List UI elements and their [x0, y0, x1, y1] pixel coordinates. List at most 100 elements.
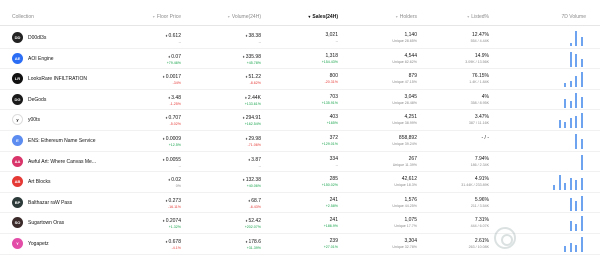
eth-icon: ♦ — [242, 177, 245, 183]
collection-name[interactable]: Awful Art: Where Canvas Me... — [28, 159, 96, 165]
sales-change: -20.31% — [324, 80, 338, 85]
holders-cell: 1,140 Unique 28.65% — [392, 28, 417, 44]
volume-value: 3.87 — [251, 156, 261, 163]
collection-avatar[interactable]: Y — [12, 238, 23, 249]
holders-unique: Unique 28.65% — [392, 39, 417, 43]
collection-avatar[interactable]: DD — [12, 32, 23, 43]
collection-name[interactable]: Balthazar raW Pass — [28, 200, 72, 206]
sales-cell: 239 +27.01% — [324, 234, 338, 250]
table-row[interactable]: E ENS: Ethereum Name Service ♦0.0009 +12… — [0, 131, 600, 152]
header-floor-price[interactable]: ▾ Floor Price — [153, 14, 181, 20]
sparkline-bar — [564, 182, 567, 191]
listed-cell: 4% 358 / 8.95K — [471, 90, 489, 106]
listed-count: 186 / 2.34K — [470, 162, 489, 167]
holders-value: 4,544 — [404, 52, 417, 59]
sparkline-bar — [580, 72, 583, 88]
collection-avatar[interactable]: AE — [12, 52, 23, 64]
watermark — [494, 225, 594, 251]
sparkline-bar — [575, 134, 578, 149]
floor-price-change: +79.46% — [166, 60, 181, 65]
sales-change: +186.9% — [323, 224, 338, 229]
collection-name[interactable]: DeGods — [28, 97, 46, 103]
collection-name[interactable]: Sugartown Oras — [28, 220, 64, 226]
volume-cell: ♦178.6 +31.39% — [245, 234, 261, 251]
holders-value: 4,251 — [404, 114, 417, 121]
sparkline-bar — [575, 115, 578, 129]
sales-cell: 403 +165% — [327, 110, 338, 126]
header-listed-label: Listed% — [471, 14, 489, 20]
table-row[interactable]: DG DeGods ♦3.48 -1.25% ♦2.44K +133.61% 7… — [0, 90, 600, 111]
holders-value: 858,892 — [398, 135, 417, 141]
floor-price-cell: ♦0.612 -- — [165, 28, 181, 45]
holders-cell: 42,612 Unique 18.3% — [394, 172, 417, 188]
floor-price-value: 0.0009 — [165, 136, 181, 142]
floor-price-cell: ♦0.2074 +1.32% — [163, 213, 181, 230]
table-row[interactable]: y y00ts ♦0.707 -5.02% ♦294.91 +162.54% 4… — [0, 110, 600, 131]
holders-value: 267 — [408, 155, 417, 162]
table-row[interactable]: AB Art Blocks ♦0.02 0% ♦132.38 +40.06% 2… — [0, 172, 600, 193]
collection-avatar[interactable]: SO — [12, 217, 23, 229]
floor-price-value: 0.07 — [171, 53, 181, 60]
eth-icon: ♦ — [168, 53, 171, 59]
floor-price-value: 0.0055 — [165, 156, 181, 163]
table-row[interactable]: BP Balthazar raW Pass ♦0.273 -16.11% ♦68… — [0, 193, 600, 214]
sales-change: +27.01% — [323, 245, 338, 249]
collection-avatar[interactable]: DG — [12, 93, 23, 105]
collection-avatar[interactable]: BP — [12, 196, 23, 208]
floor-price-cell: ♦0.02 0% — [168, 172, 181, 189]
holders-cell: 3,045 Unique 28.48% — [392, 90, 417, 106]
collection-avatar[interactable]: AA — [12, 155, 23, 167]
listed-value: 2.61% — [474, 238, 489, 244]
eth-icon: ♦ — [168, 94, 171, 100]
floor-price-change: -34% — [172, 81, 181, 86]
sales-change: -- — [335, 39, 338, 43]
collection-name[interactable]: LooksRare INFILTRATION — [28, 76, 87, 82]
sparkline-bar — [569, 80, 572, 88]
header-volume[interactable]: ▾ Volume(24H) — [228, 14, 261, 20]
volume-value: 38.38 — [248, 33, 261, 39]
sparkline-bar — [580, 139, 583, 149]
eth-icon: ♦ — [162, 218, 165, 224]
sales-value: 1,318 — [325, 52, 338, 59]
listed-cell: 76.15% 1.4K / 1.84K — [469, 69, 489, 85]
sparkline-bar — [575, 180, 578, 191]
volume-value: 68.7 — [251, 197, 261, 204]
collection-name[interactable]: D00dl3s — [28, 35, 46, 41]
sparkline-bar — [558, 119, 561, 129]
collection-avatar[interactable]: AB — [12, 176, 23, 188]
floor-price-cell: ♦0.273 -16.11% — [165, 193, 181, 210]
table-row[interactable]: LR LooksRare INFILTRATION ♦0.0017 -34% ♦… — [0, 69, 600, 90]
floor-price-value: 0.0017 — [165, 74, 181, 81]
sales-change: -- — [335, 162, 338, 167]
header-sales[interactable]: ▾ Sales(24H) — [308, 14, 338, 20]
listed-cell: 7.31% 444 / 6.07K — [471, 213, 489, 229]
table-row[interactable]: AE AOI Engine ♦0.07 +79.46% ♦335.98 +45.… — [0, 49, 600, 70]
collection-name[interactable]: Yogapetz — [28, 241, 49, 247]
volume-change: -6.43% — [249, 204, 261, 209]
collection-avatar[interactable]: E — [12, 135, 23, 146]
listed-count: 263 / 10.08K — [468, 245, 489, 249]
listed-count: 1.4K / 1.84K — [469, 80, 489, 85]
volume-sparkline — [526, 30, 586, 46]
table-row[interactable]: AA Awful Art: Where Canvas Me... ♦0.0055… — [0, 152, 600, 173]
table-row[interactable]: DD D00dl3s ♦0.612 -- ♦38.38 -- 3,021 -- … — [0, 28, 600, 49]
sales-value: 3,021 — [325, 32, 338, 38]
listed-value: 3.47% — [474, 114, 489, 121]
header-listed[interactable]: ▾ Listed% — [467, 14, 489, 20]
collection-name[interactable]: Art Blocks — [28, 179, 51, 185]
collection-name[interactable]: ENS: Ethereum Name Service — [28, 138, 96, 144]
holders-value: 1,075 — [404, 217, 417, 224]
collection-name[interactable]: AOI Engine — [28, 56, 54, 62]
holders-cell: 267 Unique 11.39% — [393, 152, 417, 168]
volume-sparkline — [526, 51, 586, 67]
floor-price-cell: ♦0.707 -5.02% — [165, 110, 181, 127]
floor-price-cell: ♦0.0009 +12.5% — [163, 131, 181, 148]
holders-cell: 1,576 Unique 44.25% — [392, 193, 417, 209]
collection-name[interactable]: y00ts — [28, 117, 40, 123]
floor-price-value: 0.2074 — [165, 218, 181, 225]
collection-avatar[interactable]: LR — [12, 73, 23, 85]
header-holders[interactable]: ▾ Holders — [396, 14, 417, 20]
collection-avatar[interactable]: y — [12, 114, 23, 126]
volume-change: -8.62% — [249, 81, 261, 86]
sales-value: 372 — [329, 135, 338, 141]
